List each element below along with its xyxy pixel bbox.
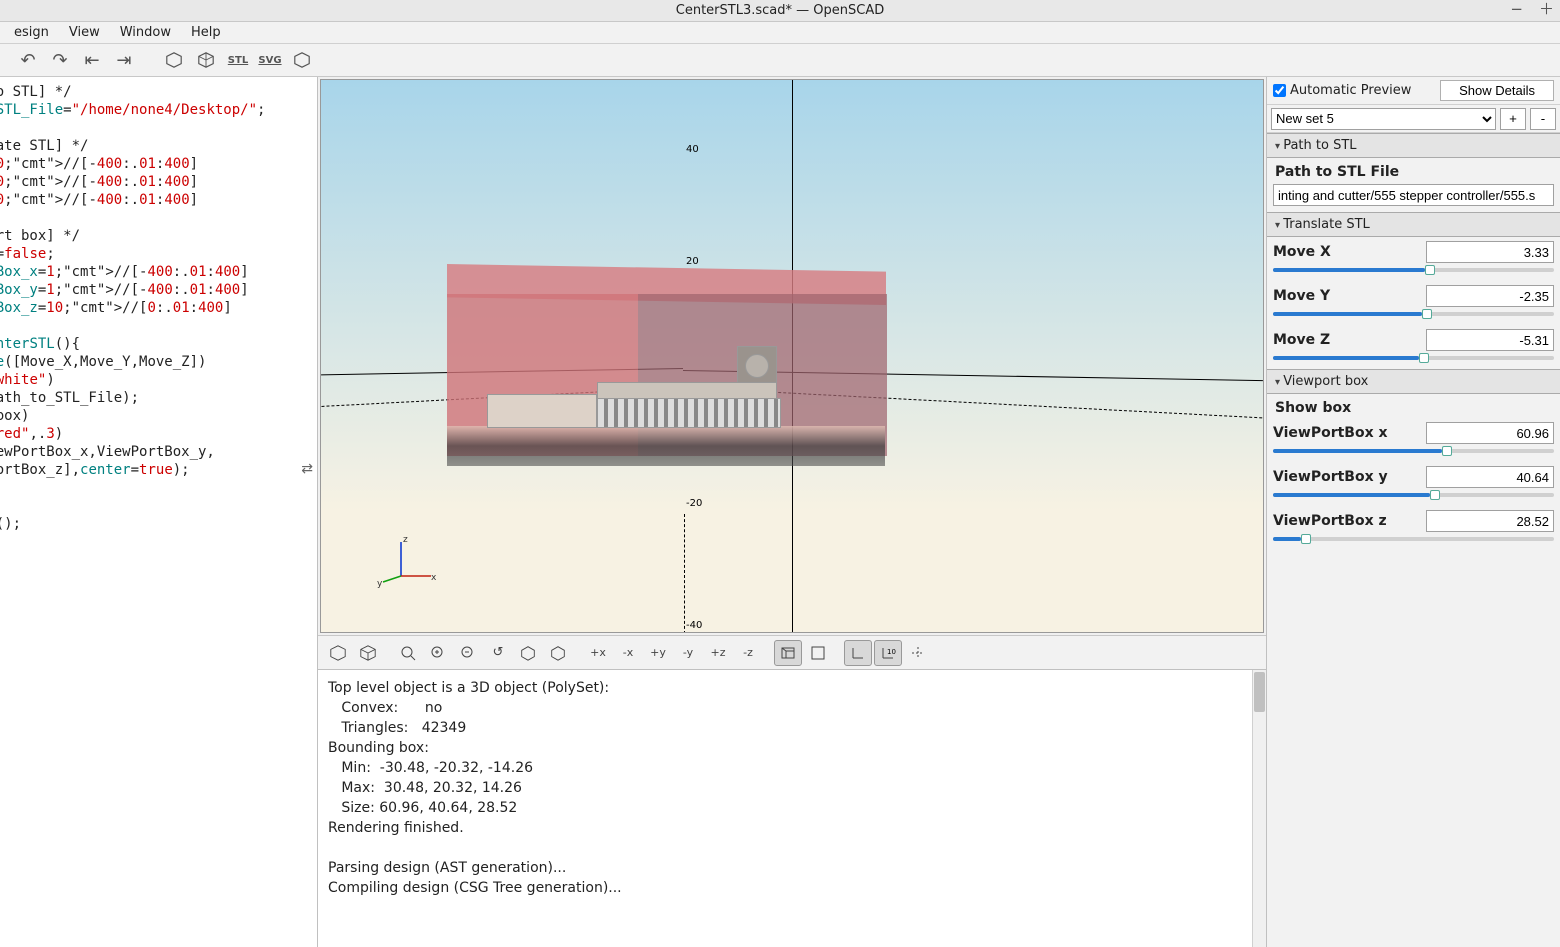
vt-zoom-out-icon[interactable]	[454, 640, 482, 666]
vt-y-minus-icon[interactable]: -y	[674, 640, 702, 666]
vt-x-plus-icon[interactable]: +x	[584, 640, 612, 666]
viewport-toolbar: ↺ +x -x +y -y +z -z 10	[318, 635, 1266, 669]
center-pane: 40 20 -20 -40	[318, 77, 1266, 947]
axis-tick: 40	[686, 144, 699, 155]
auto-preview-checkbox[interactable]: Automatic Preview	[1273, 83, 1411, 98]
menu-design[interactable]: esign	[4, 23, 59, 42]
move-y-label: Move Y	[1273, 288, 1426, 304]
console[interactable]: Top level object is a 3D object (PolySet…	[318, 669, 1266, 947]
section-path-to-stl[interactable]: Path to STL	[1267, 133, 1560, 158]
vpb-x-input[interactable]	[1426, 422, 1554, 444]
vt-render-icon[interactable]	[354, 640, 382, 666]
code-editor[interactable]: th to STL] */ _to_STL_File="/home/none4/…	[0, 77, 317, 533]
show-details-button[interactable]: Show Details	[1440, 80, 1554, 101]
send-to-printer-icon[interactable]	[290, 48, 314, 72]
preset-select[interactable]: New set 5	[1271, 108, 1496, 130]
gizmo-z-label: z	[403, 535, 408, 545]
export-svg-icon[interactable]: SVG	[258, 48, 282, 72]
vt-x-minus-icon[interactable]: -x	[614, 640, 642, 666]
export-stl-icon[interactable]: STL	[226, 48, 250, 72]
vpb-x-label: ViewPortBox x	[1273, 425, 1426, 441]
axis-tick: -40	[686, 620, 702, 631]
window-titlebar: CenterSTL3.scad* — OpenSCAD − ＋	[0, 0, 1560, 22]
vt-view-left-icon[interactable]	[514, 640, 542, 666]
gizmo-y-label: y	[377, 579, 383, 589]
vpb-z-label: ViewPortBox z	[1273, 513, 1426, 529]
vpb-y-input[interactable]	[1426, 466, 1554, 488]
preset-add-button[interactable]: +	[1500, 108, 1526, 130]
console-scrollbar[interactable]	[1252, 670, 1266, 947]
vpb-y-label: ViewPortBox y	[1273, 469, 1426, 485]
pane-splitter-icon[interactable]: ⇄	[301, 461, 313, 477]
axis-gizmo: z x y	[381, 536, 441, 590]
axis-tick: 20	[686, 256, 699, 267]
path-input[interactable]	[1273, 184, 1554, 206]
vt-preview-icon[interactable]	[324, 640, 352, 666]
editor-pane[interactable]: th to STL] */ _to_STL_File="/home/none4/…	[0, 77, 318, 947]
outdent-icon[interactable]: ⇤	[80, 48, 104, 72]
move-x-slider[interactable]	[1273, 263, 1554, 277]
axis-tick: -20	[686, 498, 702, 509]
move-x-label: Move X	[1273, 244, 1426, 260]
path-label: Path to STL File	[1267, 158, 1560, 182]
preset-remove-button[interactable]: -	[1530, 108, 1556, 130]
move-y-input[interactable]	[1426, 285, 1554, 307]
show-box-label: Show box	[1267, 394, 1560, 418]
move-z-input[interactable]	[1426, 329, 1554, 351]
vt-ortho-icon[interactable]	[804, 640, 832, 666]
vpb-z-slider[interactable]	[1273, 532, 1554, 546]
menu-help[interactable]: Help	[181, 23, 231, 42]
customizer-panel: Automatic Preview Show Details New set 5…	[1266, 77, 1560, 947]
vt-crosshair-icon[interactable]	[904, 640, 932, 666]
main-toolbar: ↶ ↷ ⇤ ⇥ STL SVG	[0, 44, 1560, 77]
preview-icon[interactable]	[162, 48, 186, 72]
gizmo-x-label: x	[431, 573, 437, 583]
vt-y-plus-icon[interactable]: +y	[644, 640, 672, 666]
section-translate[interactable]: Translate STL	[1267, 212, 1560, 237]
vpb-y-slider[interactable]	[1273, 488, 1554, 502]
menu-window[interactable]: Window	[110, 23, 181, 42]
vt-show-axes-icon[interactable]	[844, 640, 872, 666]
maximize-icon[interactable]: ＋	[1539, 2, 1554, 17]
section-viewport-box[interactable]: Viewport box	[1267, 369, 1560, 394]
move-x-input[interactable]	[1426, 241, 1554, 263]
vpb-z-input[interactable]	[1426, 510, 1554, 532]
move-z-slider[interactable]	[1273, 351, 1554, 365]
window-title: CenterSTL3.scad* — OpenSCAD	[676, 3, 884, 18]
vt-zoom-in-icon[interactable]	[424, 640, 452, 666]
svg-text:10: 10	[887, 648, 896, 656]
move-y-slider[interactable]	[1273, 307, 1554, 321]
move-z-label: Move Z	[1273, 332, 1426, 348]
menubar: esign View Window Help	[0, 22, 1560, 44]
vt-rotate-icon[interactable]: ↺	[484, 640, 512, 666]
vt-perspective-icon[interactable]	[774, 640, 802, 666]
undo-icon[interactable]: ↶	[16, 48, 40, 72]
minimize-icon[interactable]: −	[1510, 2, 1523, 17]
vt-show-scale-icon[interactable]: 10	[874, 640, 902, 666]
indent-icon[interactable]: ⇥	[112, 48, 136, 72]
redo-icon[interactable]: ↷	[48, 48, 72, 72]
vpb-x-slider[interactable]	[1273, 444, 1554, 458]
vt-view-right-icon[interactable]	[544, 640, 572, 666]
vt-z-minus-icon[interactable]: -z	[734, 640, 762, 666]
render-icon[interactable]	[194, 48, 218, 72]
vt-zoom-fit-icon[interactable]	[394, 640, 422, 666]
viewport-3d[interactable]: 40 20 -20 -40	[320, 79, 1264, 633]
vt-z-plus-icon[interactable]: +z	[704, 640, 732, 666]
menu-view[interactable]: View	[59, 23, 110, 42]
